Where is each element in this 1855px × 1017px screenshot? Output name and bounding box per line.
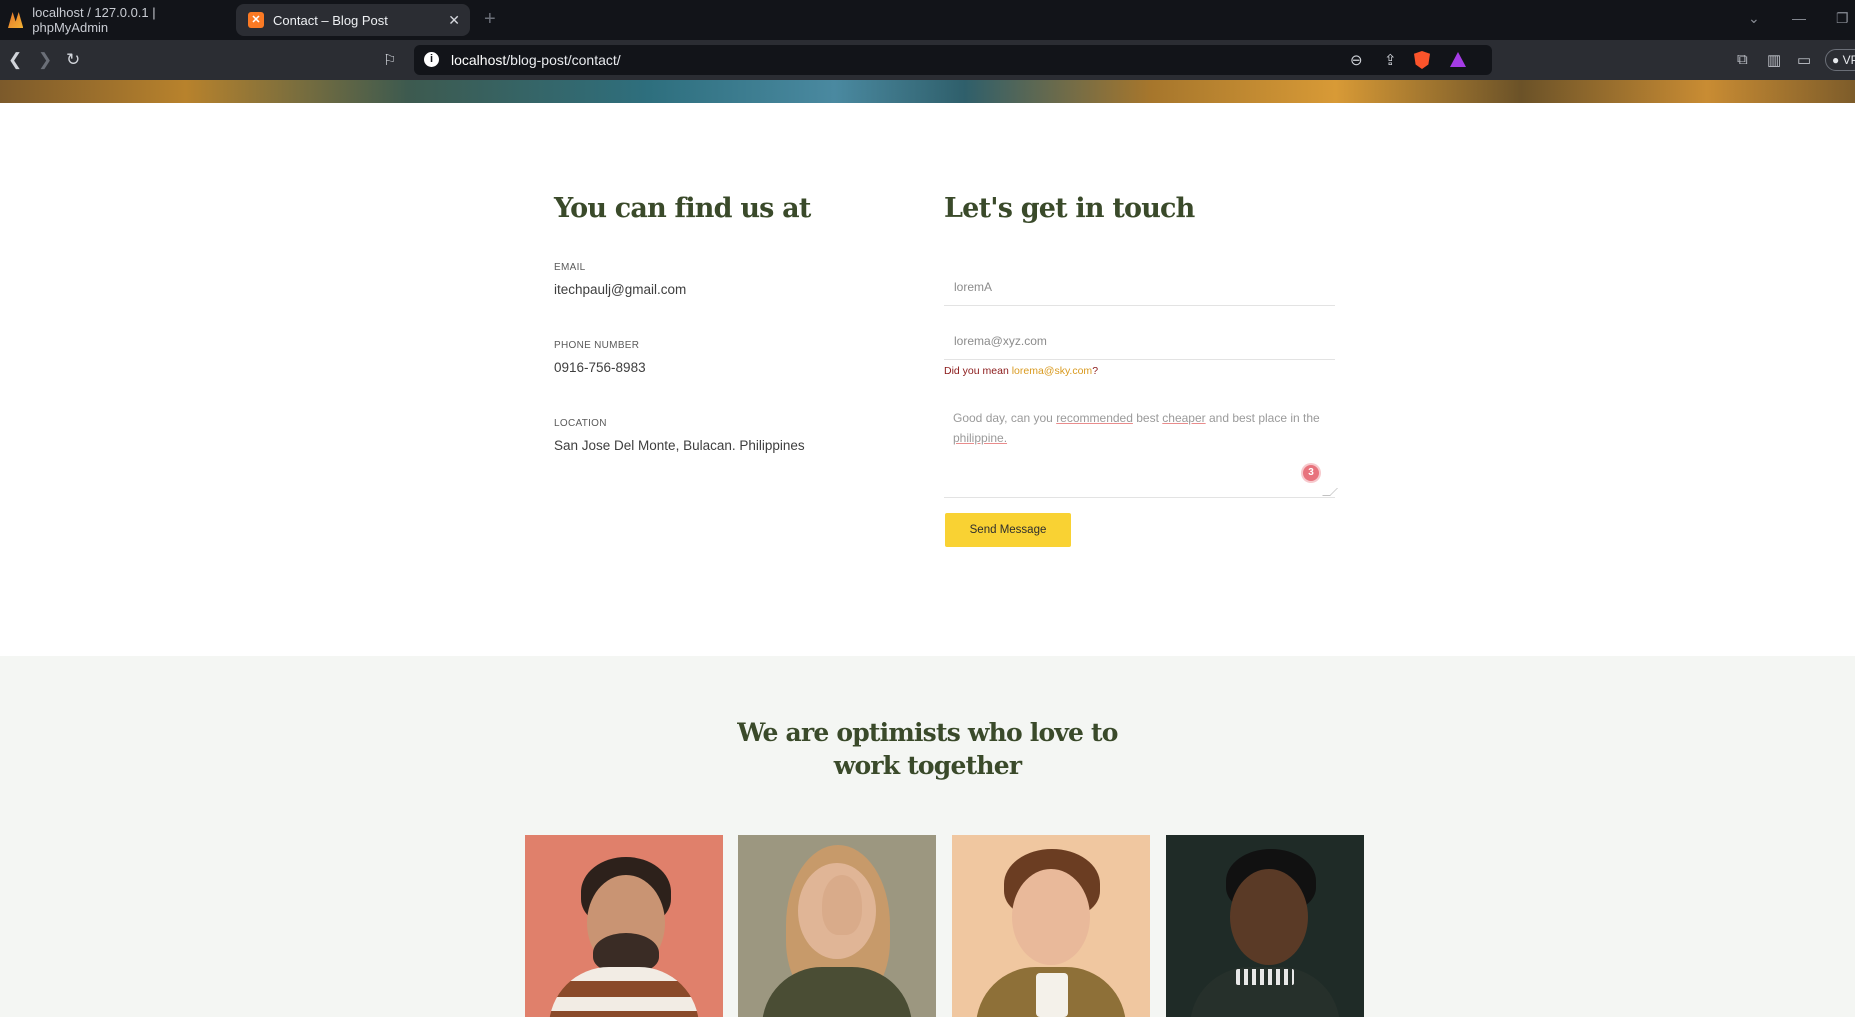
reload-icon[interactable]: ↻ bbox=[66, 50, 80, 70]
phpmyadmin-icon bbox=[8, 12, 24, 28]
tab-list-chevron-icon[interactable]: ⌄ bbox=[1748, 10, 1760, 27]
tab-title: Contact – Blog Post bbox=[273, 12, 388, 28]
grammar-check-badge[interactable]: 3 bbox=[1303, 465, 1319, 481]
message-textarea[interactable]: Good day, can you recommended best cheap… bbox=[944, 396, 1338, 498]
close-tab-icon[interactable]: ✕ bbox=[448, 12, 460, 29]
minimize-icon[interactable]: — bbox=[1792, 10, 1806, 26]
resize-handle-icon[interactable] bbox=[1322, 488, 1338, 496]
send-message-button[interactable]: Send Message bbox=[945, 513, 1071, 547]
share-icon[interactable]: ⇪ bbox=[1384, 51, 1397, 69]
team-photo-2 bbox=[738, 835, 936, 1017]
email-value: itechpaulj@gmail.com bbox=[554, 282, 687, 297]
tab-phpmyadmin[interactable]: localhost / 127.0.0.1 | phpMyAdmin bbox=[8, 4, 226, 36]
address-bar[interactable]: i localhost/blog-post/contact/ ⊖ ⇪ bbox=[414, 45, 1492, 75]
zoom-out-icon[interactable]: ⊖ bbox=[1350, 51, 1363, 69]
email-field bbox=[944, 322, 1335, 360]
contact-form-title: Let's get in touch bbox=[944, 193, 1195, 224]
hero-image-strip bbox=[0, 80, 1855, 103]
new-tab-icon[interactable]: + bbox=[484, 8, 496, 31]
back-icon[interactable]: ❮ bbox=[8, 50, 22, 70]
restore-icon[interactable]: ❐ bbox=[1836, 10, 1849, 27]
bookmark-icon[interactable]: ⚐ bbox=[383, 51, 396, 69]
team-photo-3 bbox=[952, 835, 1150, 1017]
contact-info-title: You can find us at bbox=[554, 193, 811, 224]
url-text[interactable]: localhost/blog-post/contact/ bbox=[451, 52, 621, 68]
site-info-icon[interactable]: i bbox=[424, 52, 439, 67]
browser-tab-bar: localhost / 127.0.0.1 | phpMyAdmin ✕ Con… bbox=[0, 0, 1855, 40]
location-value: San Jose Del Monte, Bulacan. Philippines bbox=[554, 438, 805, 453]
email-suggestion: Did you mean lorema@sky.com? bbox=[944, 365, 1099, 377]
xampp-icon: ✕ bbox=[248, 12, 264, 28]
name-input[interactable] bbox=[944, 268, 1335, 305]
extensions-icon[interactable]: ⧉ bbox=[1737, 51, 1748, 68]
team-section: We are optimists who love to work togethe… bbox=[0, 656, 1855, 1017]
team-title: We are optimists who love to work togethe… bbox=[737, 718, 1118, 780]
vpn-button[interactable]: ● VP bbox=[1825, 49, 1855, 71]
wallet-icon[interactable]: ▭ bbox=[1797, 51, 1811, 69]
team-photo-1 bbox=[525, 835, 723, 1017]
sidebar-icon[interactable]: ▥ bbox=[1767, 51, 1781, 69]
message-text[interactable]: Good day, can you recommended best cheap… bbox=[953, 408, 1323, 448]
name-field bbox=[944, 268, 1335, 306]
phone-label: PHONE NUMBER bbox=[554, 340, 640, 351]
forward-icon[interactable]: ❯ bbox=[38, 50, 52, 70]
tab-contact-blog-post[interactable]: ✕ Contact – Blog Post ✕ bbox=[236, 4, 470, 36]
phone-value: 0916-756-8983 bbox=[554, 360, 646, 375]
email-suggestion-link[interactable]: lorema@sky.com bbox=[1012, 365, 1092, 377]
location-label: LOCATION bbox=[554, 418, 607, 429]
browser-toolbar: ❮ ❯ ↻ ⚐ i localhost/blog-post/contact/ ⊖… bbox=[0, 40, 1855, 80]
tab-title: localhost / 127.0.0.1 | phpMyAdmin bbox=[32, 5, 156, 35]
brave-rewards-icon[interactable] bbox=[1450, 52, 1466, 67]
email-input[interactable] bbox=[944, 322, 1335, 359]
team-photo-4 bbox=[1166, 835, 1364, 1017]
email-label: EMAIL bbox=[554, 262, 586, 273]
brave-shields-icon[interactable] bbox=[1414, 51, 1430, 69]
